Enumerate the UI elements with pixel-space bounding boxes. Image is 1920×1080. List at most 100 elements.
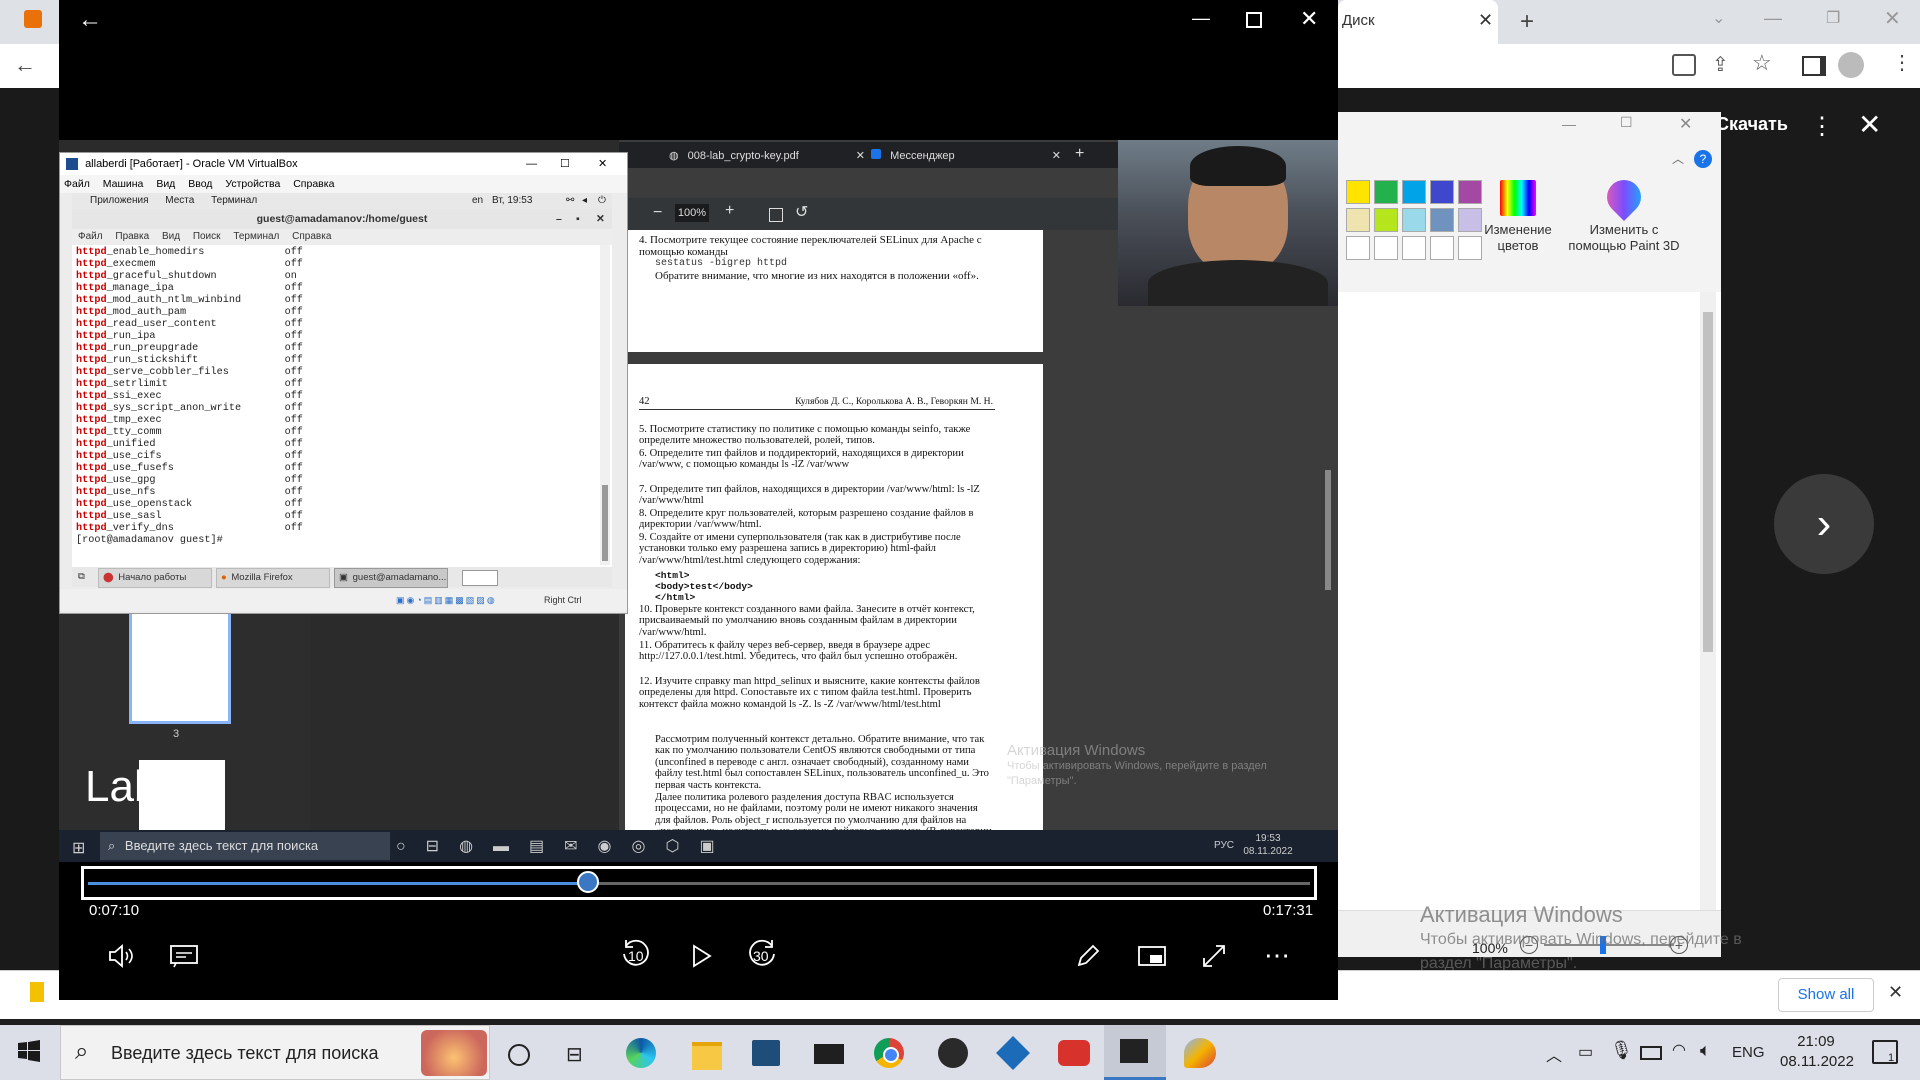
seek-thumb[interactable]: [577, 871, 599, 893]
paint-taskbar-icon[interactable]: [1184, 1038, 1216, 1068]
show-all-button[interactable]: Show all: [1778, 978, 1874, 1012]
vm-status-icons[interactable]: ▣◉◔▤▥▦▩▧▨◍: [396, 589, 497, 611]
gnome-apps-menu[interactable]: Приложения: [90, 195, 149, 206]
avatar[interactable]: [1838, 52, 1864, 78]
keyboard-lang[interactable]: ENG: [1732, 1044, 1765, 1061]
messenger-tab[interactable]: Мессенджер ✕: [871, 145, 1061, 167]
color-palette[interactable]: [1346, 180, 1482, 260]
vm-menu-view[interactable]: Вид: [156, 178, 175, 190]
gnome-places-menu[interactable]: Места: [165, 195, 194, 206]
chrome-icon[interactable]: [874, 1038, 904, 1068]
more-vert-icon[interactable]: ⋮: [1810, 112, 1834, 141]
share-icon[interactable]: ⇪: [1712, 52, 1729, 77]
file-explorer-icon[interactable]: [692, 1042, 722, 1070]
next-file-button[interactable]: ›: [1774, 474, 1874, 574]
power-icon[interactable]: ⏻: [598, 193, 606, 209]
close-icon[interactable]: ✕: [1478, 10, 1493, 31]
term-menu-view[interactable]: Вид: [162, 231, 180, 242]
cortana-icon[interactable]: [508, 1044, 530, 1066]
terminal-scrollbar[interactable]: [600, 245, 610, 565]
back-arrow-icon[interactable]: ←: [14, 52, 36, 78]
ribbon-collapse-icon[interactable]: ︿: [1672, 150, 1684, 167]
pdf-thumbnail[interactable]: [129, 610, 231, 724]
recorded-clock[interactable]: 19:53 08.11.2022: [1240, 832, 1296, 858]
close-icon[interactable]: ✕: [1679, 114, 1692, 134]
close-icon[interactable]: ✕: [1884, 6, 1901, 31]
term-menu-help[interactable]: Справка: [292, 231, 331, 242]
subtitles-icon[interactable]: [166, 938, 202, 974]
new-tab-icon[interactable]: +: [1520, 8, 1534, 36]
battery-icon[interactable]: [1640, 1046, 1662, 1060]
tray-chevron-icon[interactable]: ︿: [1546, 1042, 1562, 1066]
close-icon[interactable]: ✕: [1300, 6, 1318, 32]
zoom-out-icon[interactable]: −: [653, 204, 662, 222]
windows-start-icon[interactable]: [18, 1040, 40, 1062]
gnome-clock[interactable]: Вт, 19:53: [492, 193, 532, 209]
task-view-icon[interactable]: ⊟: [566, 1042, 583, 1067]
vm-menu-machine[interactable]: Машина: [103, 178, 144, 190]
restore-icon[interactable]: ☐: [1620, 114, 1633, 131]
skip-forward-button[interactable]: 30: [744, 936, 784, 976]
minimize-icon[interactable]: —: [526, 153, 537, 175]
gnome-lang[interactable]: en: [472, 193, 483, 209]
term-menu-terminal[interactable]: Терминал: [233, 231, 279, 242]
rotate-icon[interactable]: ↺: [795, 202, 808, 222]
maximize-icon[interactable]: [1246, 12, 1262, 28]
recorded-search-box[interactable]: ⌕ Введите здесь текст для поиска: [100, 832, 390, 860]
mail-icon[interactable]: [814, 1044, 844, 1064]
translate-icon[interactable]: [1672, 54, 1696, 76]
show-desktop-icon[interactable]: ⧉: [78, 567, 85, 587]
recorded-lang[interactable]: РУС: [1214, 840, 1234, 851]
minimize-icon[interactable]: –: [556, 209, 562, 229]
close-icon[interactable]: ✕: [596, 209, 605, 229]
download-file-icon[interactable]: [30, 982, 44, 1002]
app-red-icon[interactable]: [1058, 1040, 1090, 1066]
help-icon[interactable]: ?: [1694, 150, 1712, 168]
obs-icon[interactable]: [938, 1038, 968, 1068]
media-player-taskbar[interactable]: [1104, 1025, 1166, 1080]
miniplayer-icon[interactable]: [1134, 938, 1170, 974]
sidepanel-icon[interactable]: [1802, 56, 1826, 76]
wifi-icon[interactable]: ◠: [1672, 1040, 1686, 1060]
paint-canvas[interactable]: [1338, 292, 1706, 912]
workspace-switcher[interactable]: [462, 570, 498, 586]
fit-page-icon[interactable]: [769, 208, 783, 222]
back-arrow-icon[interactable]: ←: [78, 6, 102, 34]
term-menu-edit[interactable]: Правка: [115, 231, 149, 242]
gnome-terminal-menu[interactable]: Терминал: [211, 195, 257, 206]
term-menu-search[interactable]: Поиск: [193, 231, 221, 242]
download-button[interactable]: Скачать: [1716, 114, 1788, 135]
term-menu-file[interactable]: Файл: [78, 231, 103, 242]
guest-task-firefox[interactable]: ● Mozilla Firefox: [216, 568, 330, 588]
paint3d-button[interactable]: Изменить с помощью Paint 3D: [1562, 172, 1686, 264]
more-options-icon[interactable]: ⋯: [1264, 940, 1290, 971]
fullscreen-icon[interactable]: [1196, 938, 1232, 974]
restore-icon[interactable]: ❐: [1826, 8, 1840, 28]
windows-start-icon[interactable]: ⊞: [72, 838, 85, 858]
chevron-down-icon[interactable]: ⌄: [1712, 8, 1725, 28]
pdf-scrollbar[interactable]: [1323, 230, 1333, 830]
paint-vscrollbar[interactable]: [1700, 292, 1716, 912]
skip-back-button[interactable]: 10: [618, 936, 658, 976]
vm-menu-file[interactable]: Файл: [64, 178, 90, 190]
edit-colors-button[interactable]: Изменение цветов: [1480, 180, 1556, 264]
store-icon[interactable]: [752, 1040, 780, 1066]
new-tab-icon[interactable]: +: [1075, 145, 1084, 163]
close-viewer-icon[interactable]: ✕: [1858, 108, 1881, 141]
close-icon[interactable]: ✕: [856, 145, 865, 167]
edge-icon[interactable]: [626, 1038, 656, 1068]
terminal-output[interactable]: httpd_enable_homedirs off httpd_execmem off…: [76, 247, 596, 563]
video-frame[interactable]: ◍ 008-lab_crypto-key.pdf ✕ Мессенджер ✕ …: [59, 140, 1338, 830]
meet-now-icon[interactable]: ▭: [1578, 1042, 1593, 1062]
close-icon[interactable]: ✕: [1052, 145, 1061, 167]
vm-menu-input[interactable]: Ввод: [188, 178, 212, 190]
guest-task-start[interactable]: ⬤ Начало работы: [98, 568, 212, 588]
close-icon[interactable]: ✕: [598, 153, 607, 175]
minimize-icon[interactable]: —: [1562, 116, 1576, 132]
play-button[interactable]: [682, 936, 722, 976]
recorded-taskbar-apps[interactable]: ○⊟◍▬▤✉◉◎⬡▣: [396, 836, 735, 856]
volume-icon[interactable]: [104, 938, 140, 974]
system-clock[interactable]: 21:09 08.11.2022: [1780, 1032, 1854, 1072]
more-vert-icon[interactable]: ⋮: [1892, 50, 1912, 75]
star-icon[interactable]: ☆: [1752, 50, 1772, 76]
